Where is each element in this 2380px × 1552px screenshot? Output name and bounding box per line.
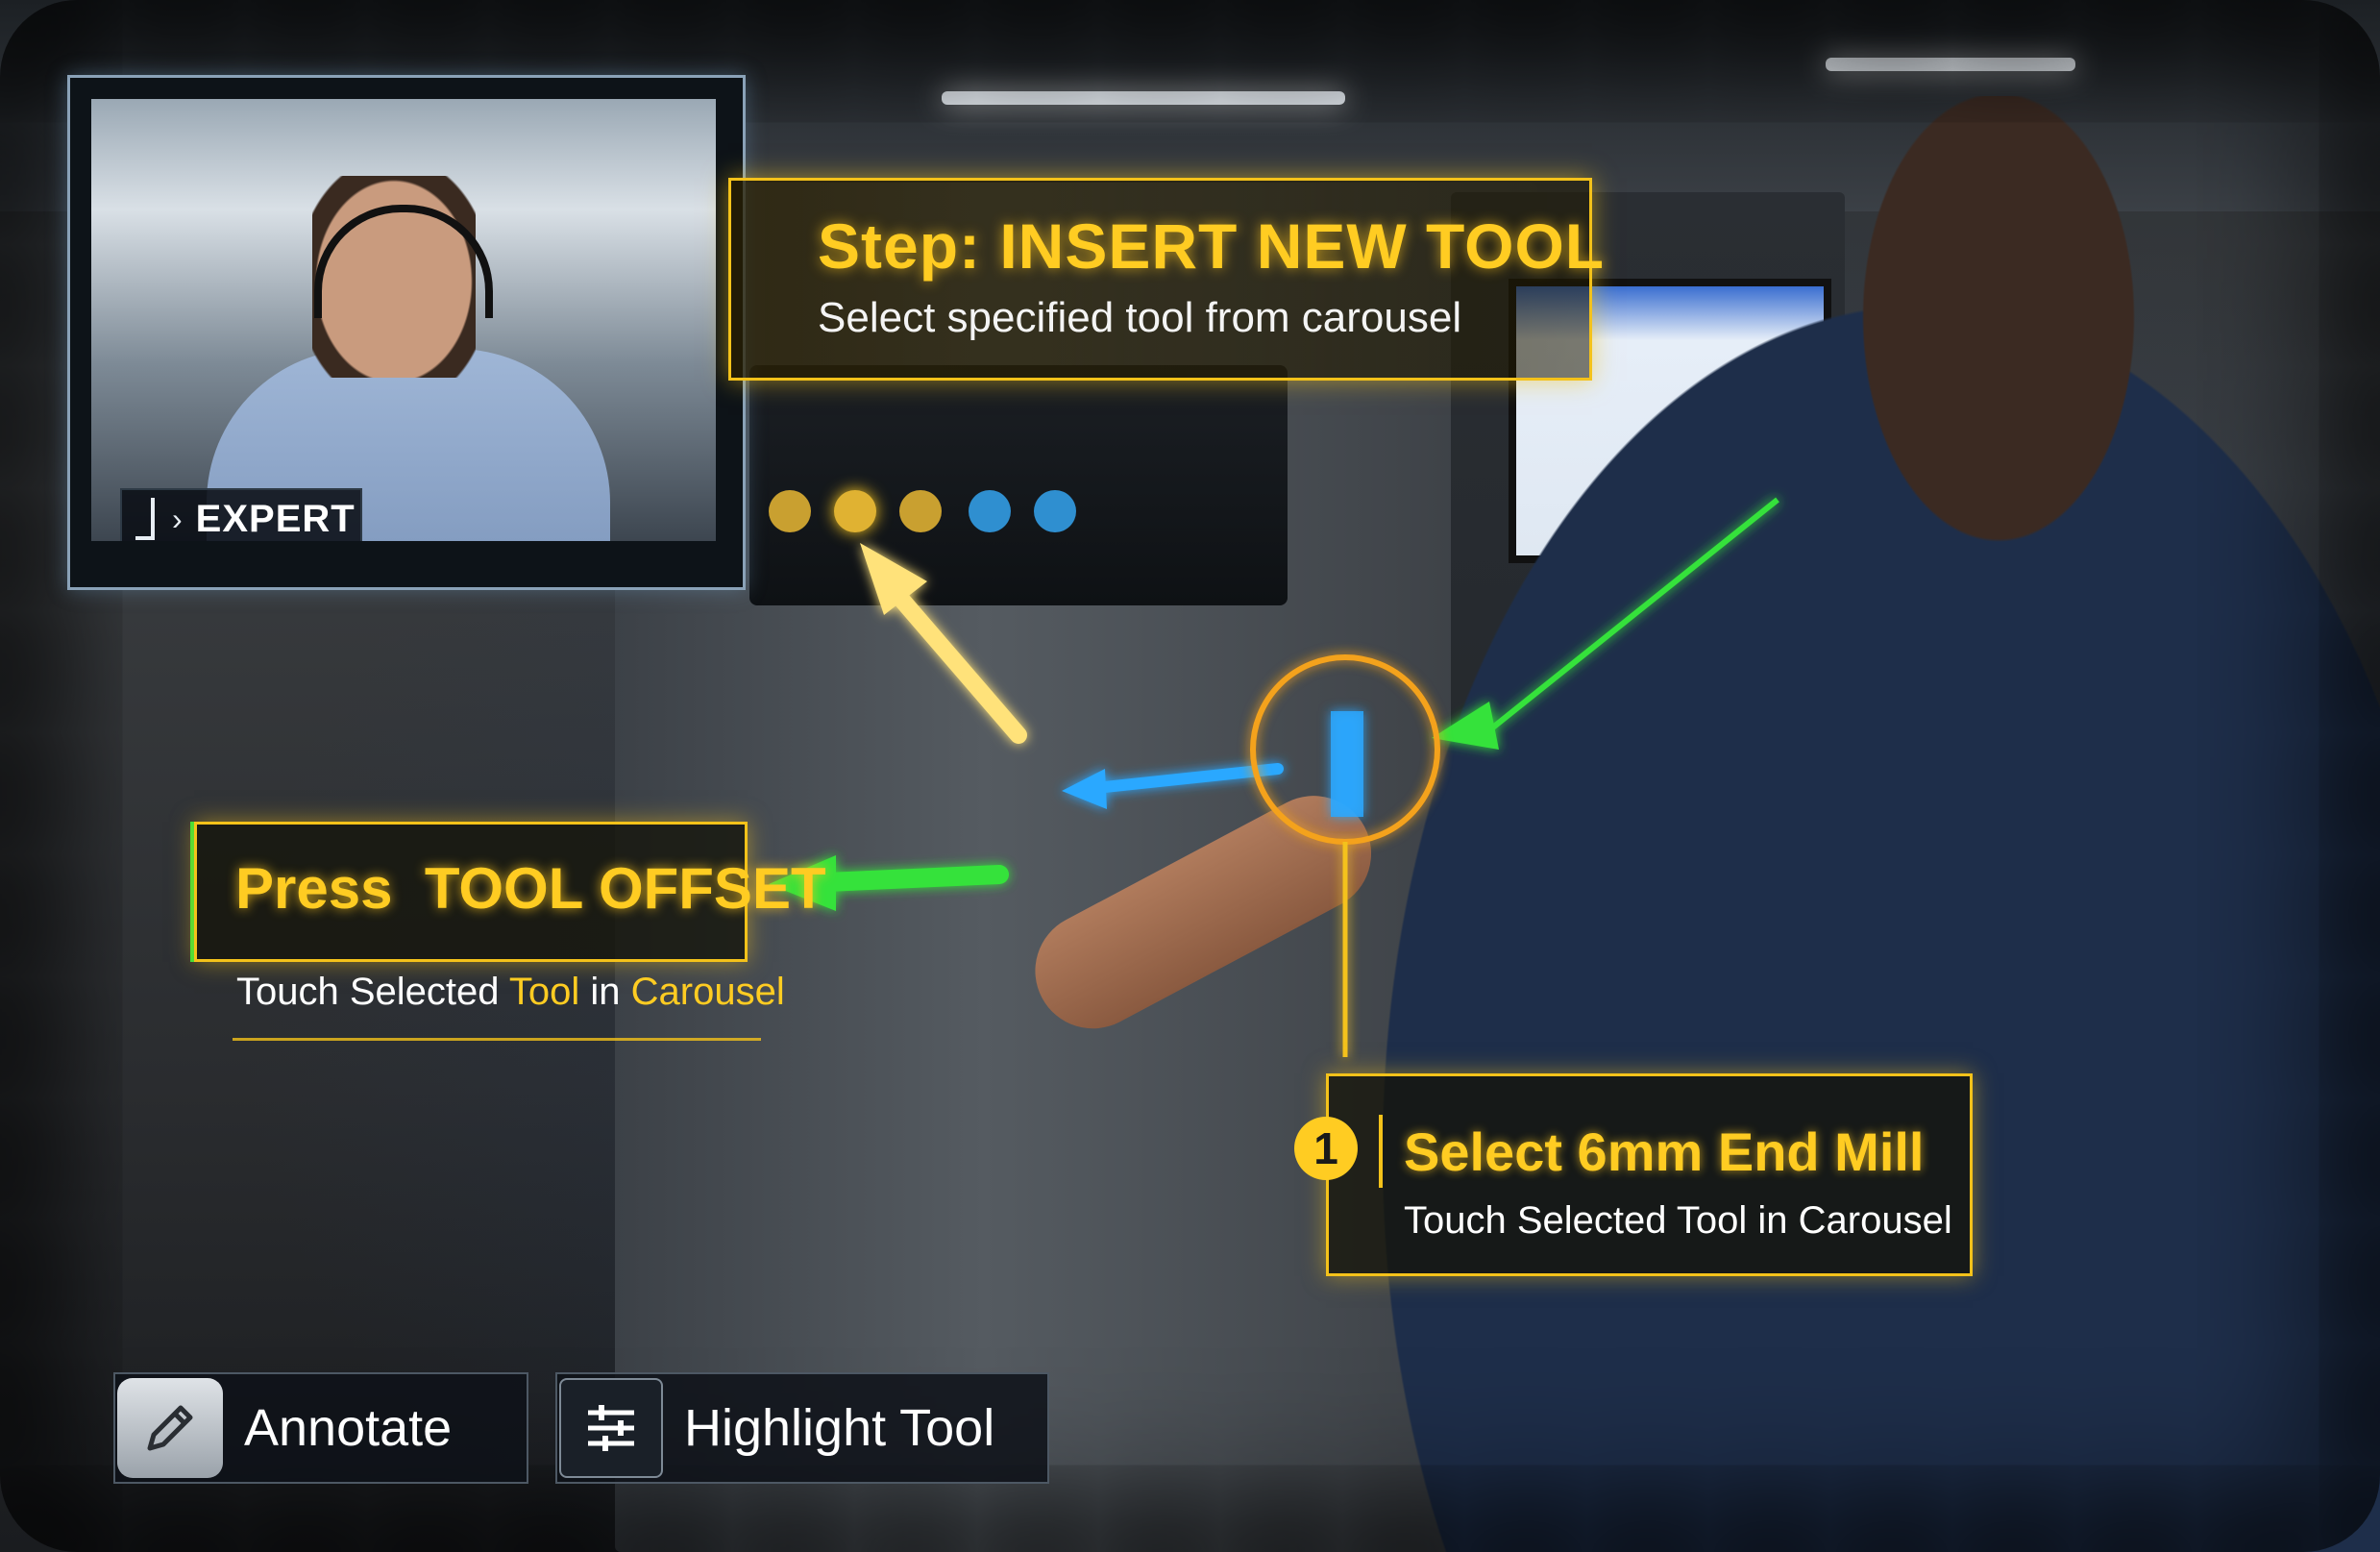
press-callout-rule — [233, 1038, 761, 1041]
step-one-subtitle: Touch Selected Tool in Carousel — [1404, 1199, 1952, 1242]
bracket-icon — [135, 498, 155, 540]
expert-video-feed: › EXPERT — [91, 99, 716, 541]
highlight-tool-label: Highlight Tool — [684, 1399, 995, 1457]
press-sub-tool: Tool — [508, 971, 580, 1013]
step-banner: Step: INSERT NEW TOOL Select specified t… — [728, 178, 1604, 381]
press-callout-subtitle: Touch Selected Tool in Carousel — [236, 971, 785, 1014]
press-sub-carousel: Carousel — [630, 971, 785, 1013]
step-subtitle: Select specified tool from carousel — [818, 294, 1462, 341]
yellow-arrow — [860, 543, 1027, 744]
step-number-badge: 1 — [1294, 1117, 1358, 1180]
press-sub-prefix: Touch Selected — [236, 971, 509, 1013]
press-tool-offset-label: Press TOOL OFFSET — [235, 856, 826, 921]
annotate-label: Annotate — [244, 1399, 453, 1457]
press-sub-mid: in — [579, 971, 631, 1013]
expert-tag[interactable]: › EXPERT — [120, 488, 362, 541]
chevron-right-icon: › — [172, 501, 183, 536]
step-one-title: Select 6mm End Mill — [1404, 1121, 1925, 1182]
green-arrow-screen — [1432, 497, 1779, 750]
blue-arrow — [1062, 763, 1284, 809]
step-one-callout: 1 Select 6mm End Mill Touch Selected Too… — [1294, 1073, 1973, 1276]
step-title: Step: INSERT NEW TOOL — [818, 210, 1606, 282]
expert-label: EXPERT — [195, 497, 356, 540]
target-ring — [1250, 654, 1440, 1057]
expert-video-panel[interactable]: › EXPERT — [67, 75, 746, 590]
highlight-tool-button[interactable]: Highlight Tool — [555, 1372, 1049, 1484]
sliders-icon — [559, 1378, 663, 1478]
press-tool-offset-callout: Press TOOL OFFSET — [194, 822, 826, 962]
pencil-icon — [117, 1378, 223, 1478]
annotate-button[interactable]: Annotate — [113, 1372, 528, 1484]
step-one-divider — [1379, 1115, 1383, 1188]
